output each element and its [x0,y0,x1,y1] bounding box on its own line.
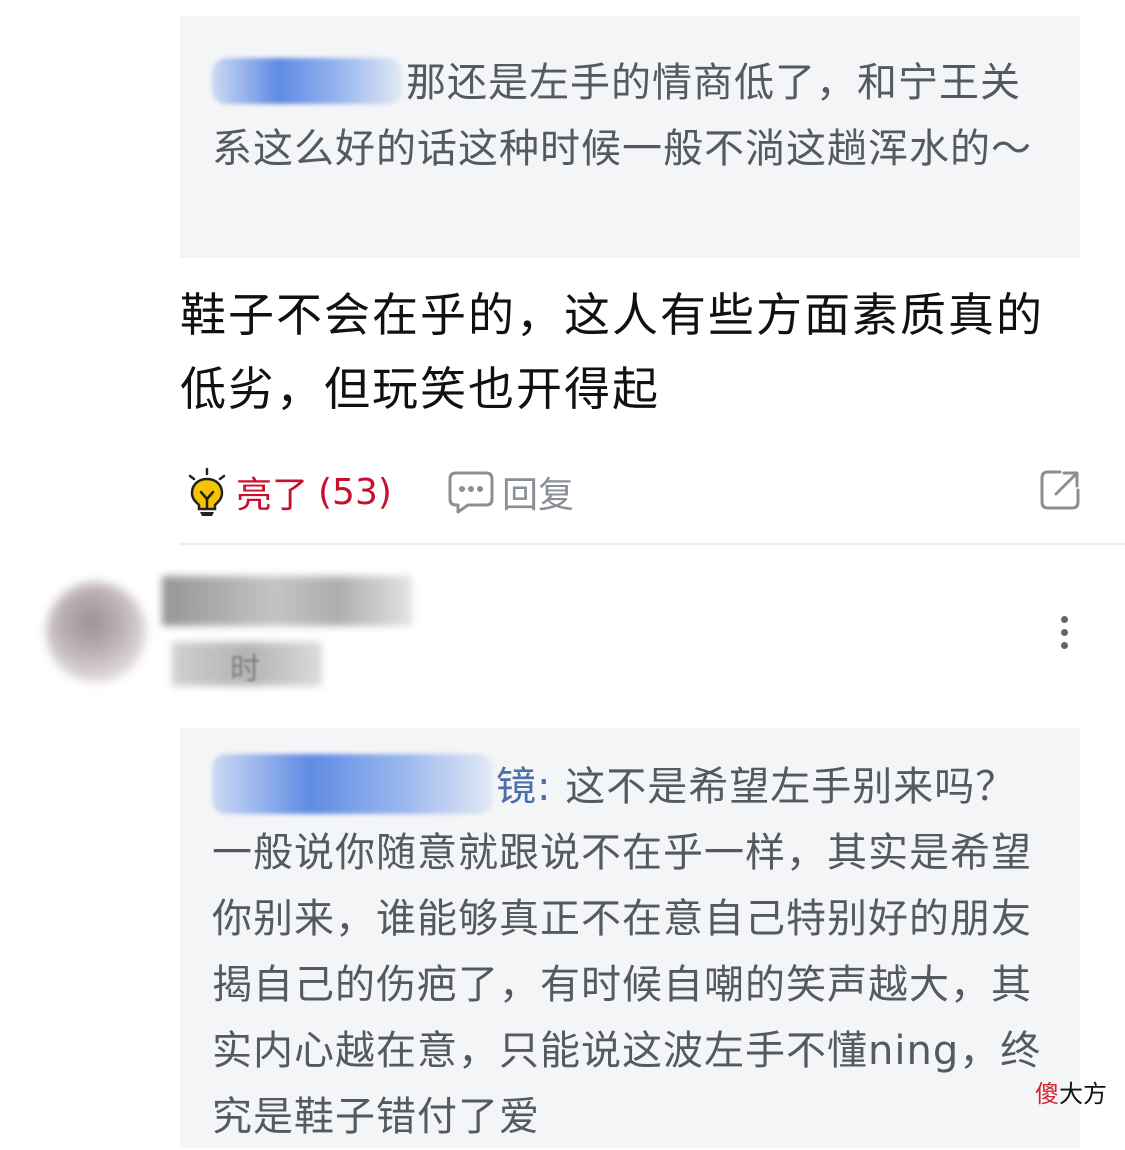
chat-bubble-icon [448,471,494,514]
like-label: 亮了 [236,475,309,516]
redacted-username [212,754,492,814]
comment-meta: 时 [230,652,260,687]
quoted-reply[interactable]: 镜: 这不是希望左手别来吗？一般说你随意就跟说不在乎一样，其实是希望你别来，谁能… [180,728,1080,1148]
more-vertical-icon[interactable] [1058,616,1070,656]
quoted-reply-text: 这不是希望左手别来吗？一般说你随意就跟说不在乎一样，其实是希望你别来，谁能够真正… [212,764,1042,1140]
quoted-author[interactable] [212,58,406,106]
lightbulb-icon [188,467,226,516]
like-button[interactable]: 亮了 (53) [184,466,392,518]
quoted-author[interactable]: 镜: [212,754,552,814]
quoted-reply[interactable]: 那还是左手的情商低了，和宁王关系这么好的话这种时候一般不淌这趟浑水的～ [180,16,1080,258]
comment-action-bar: 亮了 (53) 回复 [180,462,1090,524]
reply-button[interactable]: 回复 [446,466,574,518]
watermark: 傻大方 [1035,1080,1107,1108]
redacted-username [212,58,402,104]
reply-label: 回复 [502,475,575,516]
quoted-author-suffix: 镜: [496,764,552,810]
comment-header: 时 [40,568,1100,708]
redacted-username[interactable] [162,576,412,626]
comment-divider [180,543,1125,545]
avatar[interactable] [46,582,146,682]
like-count: (53) [318,471,392,513]
share-icon[interactable] [1038,468,1082,512]
comment-body: 鞋子不会在乎的，这人有些方面素质真的低劣，但玩笑也开得起 [180,288,1044,416]
